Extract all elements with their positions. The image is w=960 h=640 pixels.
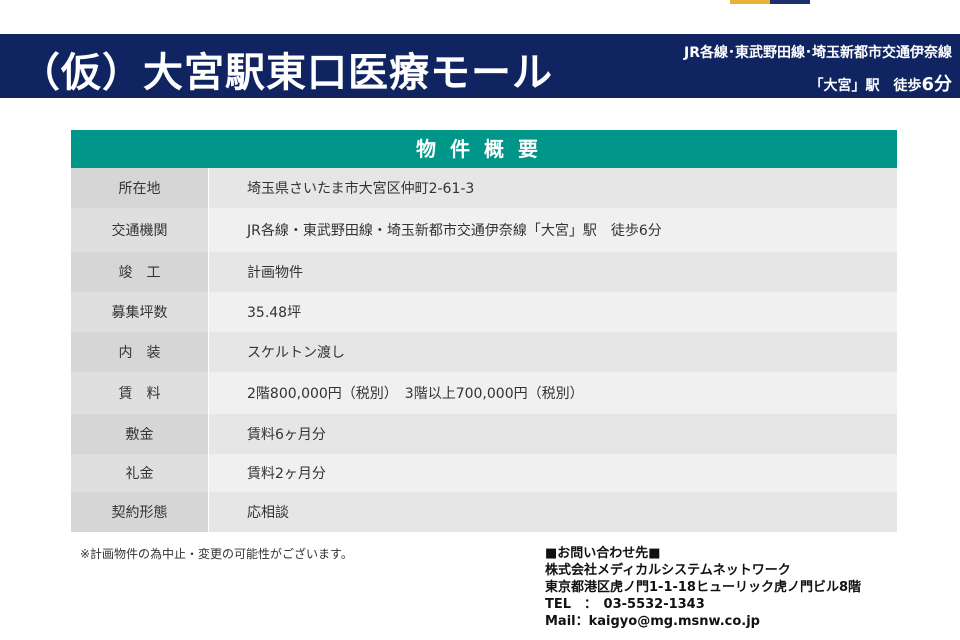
row-label: 交通機関: [71, 208, 209, 252]
header-banner: （仮）大宮駅東口医療モール JR各線･東武野田線･埼玉新都市交通伊奈線 「大宮」…: [0, 34, 960, 98]
contact-company: 株式会社メディカルシステムネットワーク: [545, 563, 791, 578]
table-row-location: 所在地 埼玉県さいたま市大宮区仲町2-61-3: [71, 168, 897, 208]
row-value: 埼玉県さいたま市大宮区仲町2-61-3: [208, 168, 897, 208]
contact-address: 東京都港区虎ノ門1-1-18ヒューリック虎ノ門ビル8階: [545, 580, 862, 595]
property-summary-table: 物件概要 所在地 埼玉県さいたま市大宮区仲町2-61-3 交通機関 JR各線・東…: [71, 130, 897, 532]
row-value: 賃料2ヶ月分: [208, 454, 897, 492]
header-station: 「大宮」駅 徒歩: [809, 78, 922, 94]
table-title: 物件概要: [71, 130, 897, 168]
row-label: 所在地: [71, 168, 209, 208]
disclaimer-note: ※計画物件の為中止・変更の可能性がございます。: [80, 547, 353, 561]
table-row-key-money: 礼金 賃料2ヶ月分: [71, 454, 897, 492]
row-value: 2階800,000円（税別） 3階以上700,000円（税別）: [208, 372, 897, 414]
contact-mail-line: Mail：kaigyo@mg.msnw.co.jp: [545, 613, 861, 630]
row-label: 竣 工: [71, 252, 209, 292]
table-row-completion: 竣 工 計画物件: [71, 252, 897, 292]
header-walk-minutes: 6分: [921, 74, 952, 95]
row-label: 内 装: [71, 332, 209, 372]
row-label: 礼金: [71, 454, 209, 492]
row-label: 賃 料: [71, 372, 209, 414]
header-train-lines: JR各線･東武野田線･埼玉新都市交通伊奈線: [684, 45, 952, 61]
row-label: 募集坪数: [71, 292, 209, 332]
contact-heading: ■お問い合わせ先■: [545, 546, 661, 561]
row-label: 敷金: [71, 414, 209, 454]
row-label: 契約形態: [71, 492, 209, 532]
row-value: 計画物件: [208, 252, 897, 292]
contact-tel: TEL ： 03-5532-1343: [545, 597, 705, 612]
contact-mail-link[interactable]: kaigyo@mg.msnw.co.jp: [589, 614, 760, 629]
top-accent-gold: [730, 0, 770, 4]
top-accent-navy: [770, 0, 810, 4]
row-value: 応相談: [208, 492, 897, 532]
header-station-walk: 「大宮」駅 徒歩6分: [809, 70, 952, 96]
table-row-area: 募集坪数 35.48坪: [71, 292, 897, 332]
contact-mail-label: Mail：: [545, 614, 589, 629]
row-value: 賃料6ヶ月分: [208, 414, 897, 454]
page-title: （仮）大宮駅東口医療モール: [20, 50, 553, 96]
table-row-rent: 賃 料 2階800,000円（税別） 3階以上700,000円（税別）: [71, 372, 897, 414]
contact-block: ■お問い合わせ先■ 株式会社メディカルシステムネットワーク 東京都港区虎ノ門1-…: [545, 545, 861, 630]
row-value: JR各線・東武野田線・埼玉新都市交通伊奈線「大宮」駅 徒歩6分: [208, 208, 897, 252]
row-value: スケルトン渡し: [208, 332, 897, 372]
row-value: 35.48坪: [208, 292, 897, 332]
table-row-deposit: 敷金 賃料6ヶ月分: [71, 414, 897, 454]
table-row-transport: 交通機関 JR各線・東武野田線・埼玉新都市交通伊奈線「大宮」駅 徒歩6分: [71, 208, 897, 252]
table-row-contract: 契約形態 応相談: [71, 492, 897, 532]
table-row-interior: 内 装 スケルトン渡し: [71, 332, 897, 372]
